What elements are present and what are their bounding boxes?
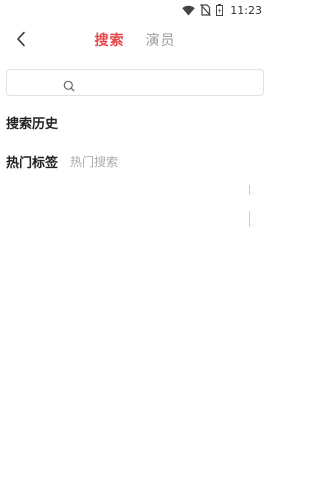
wifi-icon bbox=[182, 5, 195, 16]
search-input[interactable] bbox=[7, 70, 263, 95]
hot-tag-item[interactable]: 热门搜索 bbox=[70, 153, 118, 170]
search-history-title: 搜索历史 bbox=[6, 117, 59, 132]
search-icon bbox=[63, 77, 75, 96]
hot-tags-row: 热门标签 热门搜索 bbox=[6, 152, 118, 171]
tab-bar: 搜索 演员 bbox=[0, 30, 270, 50]
battery-icon bbox=[216, 4, 224, 16]
header: 搜索 演员 bbox=[0, 22, 270, 58]
no-sim-icon bbox=[200, 4, 212, 16]
hot-tags-title: 热门标签 bbox=[6, 156, 59, 171]
tab-actors[interactable]: 演员 bbox=[146, 30, 176, 50]
tab-search[interactable]: 搜索 bbox=[94, 30, 124, 50]
status-time: 11:23 bbox=[230, 3, 262, 17]
search-box[interactable] bbox=[6, 69, 264, 96]
status-bar: 11:23 bbox=[0, 0, 270, 20]
